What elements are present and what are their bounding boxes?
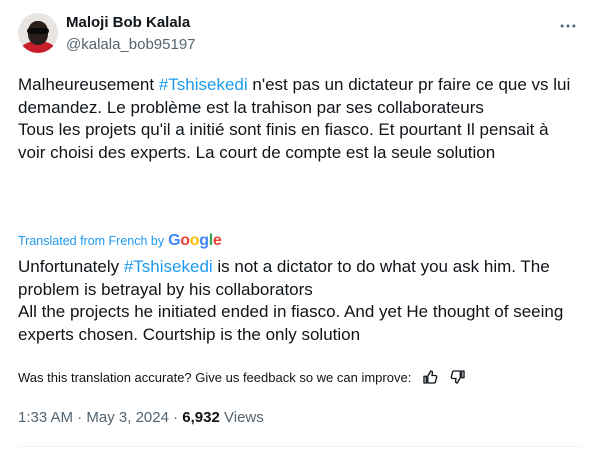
more-icon [560, 24, 576, 28]
meta-separator: · [173, 409, 179, 426]
views-label: Views [224, 409, 264, 426]
avatar-sunglasses [27, 28, 49, 34]
tweet-date[interactable]: May 3, 2024 [86, 409, 169, 426]
tweet-meta: 1:33 AM · May 3, 2024 · 6,932 Views [18, 409, 264, 426]
thumbs-down-icon[interactable] [449, 368, 467, 386]
original-text-line2: Tous les projets qu'il a initié sont fin… [18, 120, 549, 162]
hashtag-link[interactable]: #Tshisekedi [124, 257, 213, 276]
tweet-header: Maloji Bob Kalala @kalala_bob95197 [18, 12, 582, 58]
original-text-part: Malheureusement [18, 75, 159, 94]
meta-separator: · [77, 409, 83, 426]
author-name[interactable]: Maloji Bob Kalala [66, 14, 190, 31]
original-tweet-text: Malheureusement #Tshisekedi n'est pas un… [18, 74, 573, 164]
translated-text-part: Unfortunately [18, 257, 124, 276]
tweet-time[interactable]: 1:33 AM [18, 409, 73, 426]
divider [18, 446, 582, 447]
feedback-prompt: Was this translation accurate? Give us f… [18, 369, 412, 385]
more-options-icon[interactable] [556, 16, 580, 34]
author-handle[interactable]: @kalala_bob95197 [66, 36, 196, 53]
translated-label: Translated from French by [18, 234, 165, 248]
views-count: 6,932 [182, 409, 220, 426]
translation-feedback: Was this translation accurate? Give us f… [18, 368, 467, 386]
google-logo: Google [168, 232, 222, 249]
thumbs-up-icon[interactable] [421, 368, 439, 386]
tweet-container: Maloji Bob Kalala @kalala_bob95197 Malhe… [0, 0, 598, 450]
avatar[interactable] [18, 13, 58, 53]
translated-text-line2: All the projects he initiated ended in f… [18, 302, 564, 344]
translation-attribution[interactable]: Translated from French by Google [18, 232, 222, 250]
translated-tweet-text: Unfortunately #Tshisekedi is not a dicta… [18, 256, 573, 346]
hashtag-link[interactable]: #Tshisekedi [159, 75, 248, 94]
